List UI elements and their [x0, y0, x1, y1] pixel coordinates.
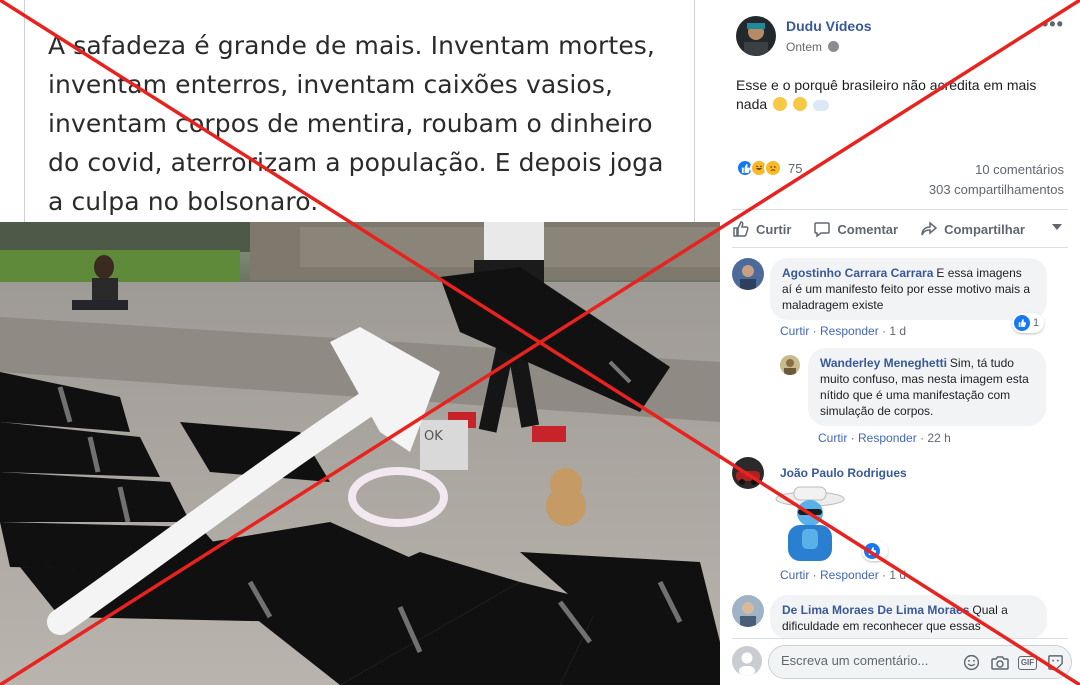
comment-bubble: Agostinho Carrara Carrara E essa imagens …: [770, 258, 1047, 320]
comment-item: De Lima Moraes De Lima Moraes Qual a difi…: [732, 595, 1072, 640]
like-reaction-icon: [864, 543, 880, 559]
comment-input[interactable]: [781, 653, 951, 668]
comment-label[interactable]: Comentar: [837, 222, 898, 237]
post-actions: Curtir Comentar Compartilhar: [732, 212, 1068, 246]
protest-sign-text: OK: [424, 429, 443, 444]
shares-count[interactable]: 303 compartilhamentos: [929, 180, 1064, 200]
comment-item: João Paulo Rodrigues Curtir · Responder …: [732, 457, 1072, 587]
post-time[interactable]: Ontem: [786, 40, 840, 54]
comment-meta: Curtir · Responder · 1 d: [780, 324, 907, 338]
thinking-emoji-icon: [773, 97, 788, 111]
quote-card-border: [24, 0, 25, 222]
share-menu-caret-icon[interactable]: [1052, 224, 1062, 230]
globe-icon: [828, 41, 840, 52]
comment-like-link[interactable]: Curtir: [818, 431, 847, 445]
reaction-count: 75: [788, 160, 803, 176]
comment-time[interactable]: 1 d: [889, 324, 906, 338]
author-avatar[interactable]: [736, 16, 776, 56]
post-text: Esse e o porquê brasileiro não acredita …: [736, 76, 1056, 114]
comment-like-count[interactable]: [862, 541, 888, 561]
viewer-avatar: [732, 646, 762, 676]
divider: [732, 638, 1068, 639]
thumbs-up-icon: [733, 221, 749, 237]
gif-icon[interactable]: GIF: [1017, 653, 1038, 672]
commenter-name[interactable]: João Paulo Rodrigues: [780, 466, 907, 480]
comments-count[interactable]: 10 comentários: [929, 160, 1064, 180]
comment-like-link[interactable]: Curtir: [780, 568, 809, 582]
comment-meta: Curtir · Responder · 22 h: [818, 431, 951, 445]
post-time-label[interactable]: Ontem: [786, 40, 822, 54]
comment-like-number: 1: [1033, 317, 1040, 329]
divider: [732, 247, 1068, 248]
like-reaction-icon: [1014, 315, 1030, 331]
comment-item: Agostinho Carrara Carrara E essa imagens …: [732, 258, 1072, 343]
comment-meta: Curtir · Responder · 1 d: [780, 568, 907, 582]
like-button[interactable]: Curtir: [732, 220, 791, 238]
post-stats: 10 comentários 303 compartilhamentos: [929, 160, 1064, 200]
comment-bubble: De Lima Moraes De Lima Moraes Qual a difi…: [770, 595, 1047, 639]
commenter-name[interactable]: Agostinho Carrara Carrara: [782, 266, 933, 280]
like-label[interactable]: Curtir: [756, 222, 791, 237]
quote-card-border: [694, 0, 695, 222]
comment-time[interactable]: 22 h: [927, 431, 950, 445]
quote-text: A safadeza é grande de mais. Inventam mo…: [48, 31, 664, 216]
comment-reply-link[interactable]: Responder: [858, 431, 917, 445]
post-author[interactable]: Dudu Vídeos: [786, 18, 872, 34]
commenter-name[interactable]: De Lima Moraes De Lima Moraes: [782, 603, 969, 617]
comment-reply-item: Wanderley Meneghetti Sim, tá tudo muito c…: [780, 348, 1070, 448]
comment-reply-link[interactable]: Responder: [820, 568, 879, 582]
commenter-avatar[interactable]: [732, 457, 764, 489]
commenter-name[interactable]: Wanderley Meneghetti: [820, 356, 947, 370]
comment-reply-link[interactable]: Responder: [820, 324, 879, 338]
share-label[interactable]: Compartilhar: [944, 222, 1025, 237]
post-media[interactable]: A safadeza é grande de mais. Inventam mo…: [0, 0, 720, 685]
thought-bubble-emoji-icon: [812, 100, 829, 111]
cowboy-sticker: [775, 486, 845, 561]
divider: [732, 209, 1068, 210]
commenter-avatar[interactable]: [780, 355, 800, 375]
emoji-icon[interactable]: [962, 653, 981, 672]
commenter-avatar[interactable]: [732, 258, 764, 290]
sad-reaction-icon: [764, 159, 782, 177]
camera-icon[interactable]: [990, 653, 1009, 672]
sticker-icon[interactable]: [1046, 653, 1065, 672]
commenter-avatar[interactable]: [732, 595, 764, 627]
comment-icon: [814, 222, 831, 238]
share-icon: [921, 221, 938, 236]
comment-button[interactable]: Comentar: [813, 220, 898, 238]
comment-like-count[interactable]: 1: [1012, 313, 1045, 333]
composer-icons: GIF: [962, 653, 1065, 672]
quote-card: A safadeza é grande de mais. Inventam mo…: [0, 0, 720, 222]
rolling-eyes-emoji-icon: [792, 97, 807, 111]
protest-photo: OK: [0, 222, 720, 685]
more-options-icon[interactable]: •••: [1042, 14, 1064, 35]
reactions-summary[interactable]: 75: [736, 158, 802, 178]
commenter-name-wrap: João Paulo Rodrigues: [780, 466, 910, 480]
post-panel: Dudu Vídeos Ontem ••• Esse e o porquê br…: [720, 0, 1080, 685]
comment-composer[interactable]: GIF: [768, 645, 1072, 679]
comment-like-link[interactable]: Curtir: [780, 324, 809, 338]
share-button[interactable]: Compartilhar: [920, 220, 1025, 238]
comment-time[interactable]: 1 d: [889, 568, 906, 582]
comment-bubble: Wanderley Meneghetti Sim, tá tudo muito c…: [808, 348, 1046, 426]
